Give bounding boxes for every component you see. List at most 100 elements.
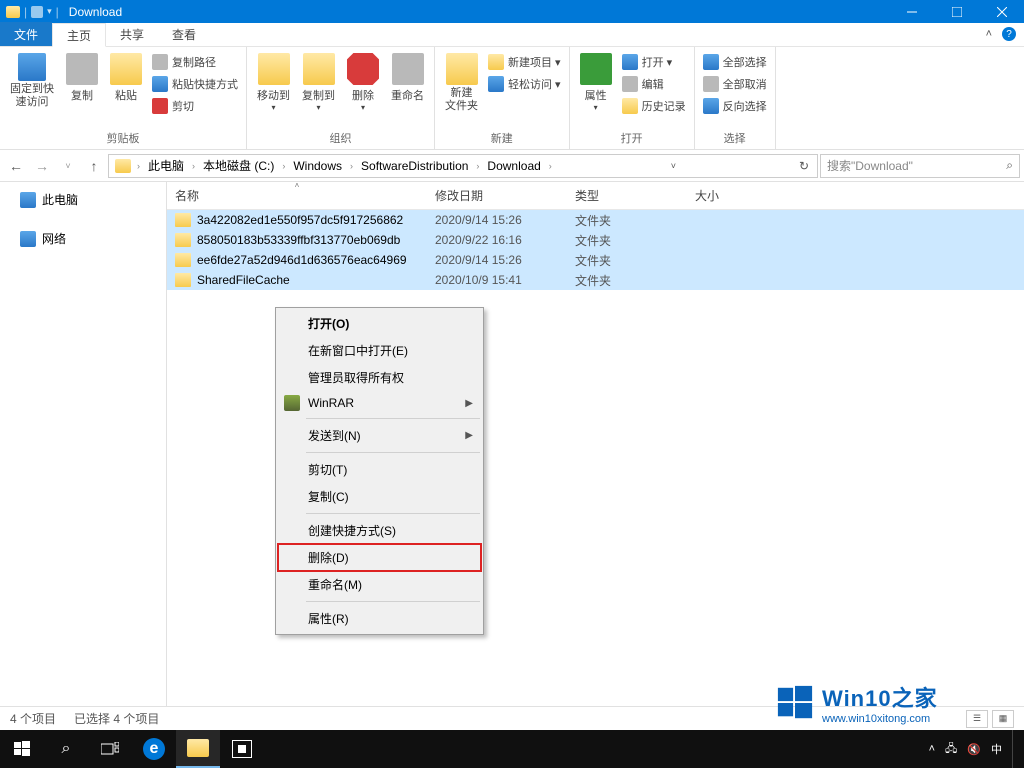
edge-button[interactable]: e (132, 730, 176, 768)
paste-shortcut-button[interactable]: 粘贴快捷方式 (148, 73, 242, 95)
ctx-properties[interactable]: 属性(R) (278, 605, 481, 632)
ctx-sendto[interactable]: 发送到(N)▶ (278, 422, 481, 449)
folder-icon (175, 273, 191, 287)
group-clipboard: 剪贴板 (4, 129, 242, 147)
sidebar-item-thispc[interactable]: 此电脑 (0, 188, 166, 211)
table-row[interactable]: 3a422082ed1e550f957dc5f9172568622020/9/1… (167, 210, 1024, 230)
selectnone-button[interactable]: 全部取消 (699, 73, 771, 95)
breadcrumb-sep[interactable]: › (135, 161, 142, 171)
pin-button[interactable]: 固定到快 速访问 (4, 49, 60, 129)
selectall-button[interactable]: 全部选择 (699, 51, 771, 73)
moveto-button[interactable]: 移动到▾ (251, 49, 296, 129)
nav-up-button[interactable]: ↑ (82, 154, 106, 178)
submenu-arrow-icon: ▶ (465, 398, 473, 409)
tray-volume-icon[interactable]: 🔇 (967, 743, 981, 756)
thispc-icon (20, 192, 36, 208)
help-icon[interactable]: ? (1002, 27, 1016, 41)
breadcrumb[interactable]: 本地磁盘 (C:) (197, 155, 280, 177)
ribbon: 固定到快 速访问 复制 粘贴 复制路径 粘贴快捷方式 剪切 剪贴板 移动到▾ 复… (0, 47, 1024, 150)
open-button[interactable]: 打开 ▾ (618, 51, 690, 73)
ctx-cut[interactable]: 剪切(T) (278, 456, 481, 483)
col-type[interactable]: 类型 (567, 182, 687, 209)
minimize-button[interactable] (889, 0, 934, 23)
copyto-button[interactable]: 复制到▾ (296, 49, 341, 129)
ctx-open[interactable]: 打开(O) (278, 310, 481, 337)
ctx-rename[interactable]: 重命名(M) (278, 571, 481, 598)
sidebar-item-network[interactable]: 网络 (0, 227, 166, 250)
breadcrumb[interactable]: Windows (287, 155, 348, 177)
ribbon-collapse-icon[interactable]: ˄ (986, 28, 992, 40)
breadcrumb[interactable]: SoftwareDistribution (355, 155, 474, 177)
history-button[interactable]: 历史记录 (618, 95, 690, 117)
start-button[interactable] (0, 730, 44, 768)
taskview-button[interactable] (88, 730, 132, 768)
tab-home[interactable]: 主页 (52, 23, 106, 47)
cut-button[interactable]: 剪切 (148, 95, 242, 117)
explorer-icon (187, 739, 209, 757)
windows-icon (14, 741, 30, 757)
newitem-button[interactable]: 新建项目 ▾ (484, 51, 565, 73)
copy-button[interactable]: 复制 (60, 49, 104, 129)
breadcrumb[interactable]: Download (481, 155, 546, 177)
tab-share[interactable]: 共享 (106, 22, 158, 46)
view-large-icon[interactable]: ▦ (992, 710, 1014, 728)
newfolder-button[interactable]: 新建 文件夹 (439, 49, 484, 129)
table-row[interactable]: 858050183b53339ffbf313770eb069db2020/9/2… (167, 230, 1024, 250)
easyaccess-button[interactable]: 轻松访问 ▾ (484, 73, 565, 95)
taskview-icon (101, 742, 119, 756)
edit-button[interactable]: 编辑 (618, 73, 690, 95)
refresh-icon[interactable]: ↻ (793, 159, 815, 173)
system-tray[interactable]: ˄ 🖧 🔇 中 (921, 730, 1024, 768)
tab-file[interactable]: 文件 (0, 22, 52, 46)
table-row[interactable]: SharedFileCache2020/10/9 15:41文件夹 (167, 270, 1024, 290)
sort-indicator-icon: ˄ (295, 181, 300, 190)
address-bar[interactable]: › 此电脑› 本地磁盘 (C:)› Windows› SoftwareDistr… (108, 154, 818, 178)
sidebar: 此电脑 网络 (0, 182, 167, 706)
invertsel-button[interactable]: 反向选择 (699, 95, 771, 117)
table-row[interactable]: ee6fde27a52d946d1d636576eac649692020/9/1… (167, 250, 1024, 270)
col-size[interactable]: 大小 (687, 182, 767, 209)
store-button[interactable] (220, 730, 264, 768)
ctx-copy[interactable]: 复制(C) (278, 483, 481, 510)
qat-icon[interactable] (31, 6, 43, 18)
titlebar: | ▾ | Download (0, 0, 1024, 23)
breadcrumb[interactable]: 此电脑 (142, 155, 190, 177)
paste-button[interactable]: 粘贴 (104, 49, 148, 129)
qat-sep: | (24, 5, 27, 19)
status-bar: 4 个项目 已选择 4 个项目 ☰ ▦ (0, 706, 1024, 730)
qat-dropdown[interactable]: ▾ (47, 6, 52, 17)
col-date[interactable]: 修改日期 (427, 182, 567, 209)
search-taskbar-button[interactable]: ⌕ (44, 730, 88, 768)
delete-button[interactable]: 删除▾ (341, 49, 385, 129)
ctx-delete[interactable]: 删除(D) (278, 544, 481, 571)
ctx-admin[interactable]: 管理员取得所有权 (278, 364, 481, 391)
winrar-icon (284, 395, 300, 411)
search-input[interactable]: 搜索"Download" ⌕ (820, 154, 1020, 178)
explorer-button[interactable] (176, 730, 220, 768)
search-icon: ⌕ (1006, 158, 1013, 173)
folder-icon (175, 233, 191, 247)
network-icon (20, 231, 36, 247)
tab-view[interactable]: 查看 (158, 22, 210, 46)
show-desktop-button[interactable] (1012, 730, 1016, 768)
tray-up-icon[interactable]: ˄ (929, 743, 935, 755)
col-name[interactable]: 名称˄ (167, 182, 427, 209)
tray-network-icon[interactable]: 🖧 (945, 740, 957, 759)
maximize-button[interactable] (934, 0, 979, 23)
ctx-newwindow[interactable]: 在新窗口中打开(E) (278, 337, 481, 364)
address-dropdown-icon[interactable]: ˅ (665, 161, 682, 171)
copypath-button[interactable]: 复制路径 (148, 51, 242, 73)
ctx-winrar[interactable]: WinRAR▶ (278, 391, 481, 415)
ribbon-tabs: 文件 主页 共享 查看 ˄ ? (0, 23, 1024, 47)
tray-ime-icon[interactable]: 中 (991, 741, 1002, 757)
properties-button[interactable]: 属性▾ (574, 49, 618, 129)
group-open: 打开 (574, 129, 690, 147)
nav-recent-button[interactable]: ˅ (56, 154, 80, 178)
nav-forward-button[interactable]: → (30, 154, 54, 178)
view-details-icon[interactable]: ☰ (966, 710, 988, 728)
rename-button[interactable]: 重命名 (385, 49, 430, 129)
ctx-shortcut[interactable]: 创建快捷方式(S) (278, 517, 481, 544)
close-button[interactable] (979, 0, 1024, 23)
nav-back-button[interactable]: ← (4, 154, 28, 178)
window-title: Download (65, 5, 889, 19)
